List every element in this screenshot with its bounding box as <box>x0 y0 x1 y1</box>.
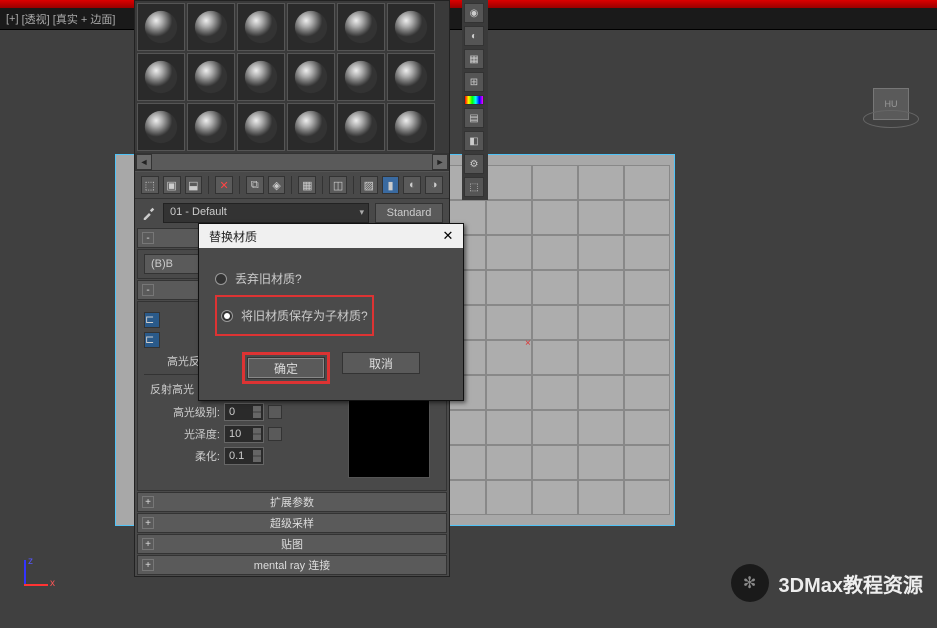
select-by-mat-icon[interactable]: ⬚ <box>464 177 484 197</box>
viewport-tag-plus[interactable]: [+] <box>6 13 19 25</box>
spec-level-label: 高光级别: <box>150 404 220 420</box>
viewport-tag-persp[interactable]: [透视] <box>22 11 50 27</box>
radio-discard[interactable]: 丢弃旧材质? <box>215 270 447 287</box>
dialog-titlebar[interactable]: 替换材质 ✕ <box>199 224 463 248</box>
put-to-scene-icon[interactable]: ▣ <box>163 176 181 194</box>
color-check-icon[interactable] <box>464 95 484 105</box>
options-icon[interactable]: ⚙ <box>464 154 484 174</box>
rollout-supersample[interactable]: +超级采样 <box>137 513 447 533</box>
put-to-lib-icon[interactable]: ▦ <box>298 176 316 194</box>
replace-material-dialog: 替换材质 ✕ 丢弃旧材质? 将旧材质保存为子材质? 确定 取消 <box>198 223 464 401</box>
sample-slot[interactable] <box>337 3 385 51</box>
material-name-select[interactable]: 01 - Default <box>163 203 369 223</box>
get-material-icon[interactable]: ⬚ <box>141 176 159 194</box>
watermark-text: 3DMax教程资源 <box>779 569 923 598</box>
mat-id-icon[interactable]: ◫ <box>329 176 347 194</box>
rollout-extended[interactable]: +扩展参数 <box>137 492 447 512</box>
highlight-annotation-ok: 确定 <box>242 352 330 384</box>
close-icon[interactable]: ✕ <box>437 227 459 245</box>
background-icon[interactable]: ▦ <box>464 49 484 69</box>
make-unique-icon[interactable]: ◈ <box>268 176 286 194</box>
soften-label: 柔化: <box>150 448 220 464</box>
eyedropper-icon[interactable] <box>141 205 157 221</box>
sample-scrollbar[interactable]: ◄ ► <box>135 153 449 171</box>
sample-slot[interactable] <box>237 3 285 51</box>
soften-spinner[interactable]: 0.1 <box>224 447 264 465</box>
sample-slot[interactable] <box>187 3 235 51</box>
gloss-spinner[interactable]: 10 <box>224 425 264 443</box>
radio-discard-label: 丢弃旧材质? <box>235 270 302 287</box>
sample-slot[interactable] <box>187 103 235 151</box>
rollout-mentalray[interactable]: +mental ray 连接 <box>137 555 447 575</box>
ambient-lock-icon[interactable]: ⊏ <box>144 312 160 328</box>
sample-slot[interactable] <box>187 53 235 101</box>
dialog-title: 替换材质 <box>209 228 257 245</box>
sample-type-icon[interactable]: ◉ <box>464 3 484 23</box>
spec-level-map-slot[interactable] <box>268 405 282 419</box>
watermark: ✻ 3DMax教程资源 <box>731 564 923 602</box>
make-preview-icon[interactable]: ◧ <box>464 131 484 151</box>
scroll-left-icon[interactable]: ◄ <box>136 154 152 170</box>
viewcube-ring[interactable] <box>863 110 919 128</box>
highlight-preview <box>348 396 430 478</box>
sample-slot[interactable] <box>387 53 435 101</box>
sample-slot[interactable] <box>137 3 185 51</box>
sample-slot[interactable] <box>337 53 385 101</box>
gloss-label: 光泽度: <box>150 426 220 442</box>
radio-keep[interactable]: 将旧材质保存为子材质? <box>221 307 368 324</box>
radio-icon <box>221 310 233 322</box>
viewport-tag-shade[interactable]: [真实 + 边面] <box>53 11 116 27</box>
radio-icon <box>215 273 227 285</box>
ok-button[interactable]: 确定 <box>247 357 325 379</box>
sample-slot[interactable] <box>287 3 335 51</box>
pivot-marker: × <box>525 338 531 349</box>
assign-icon[interactable]: ⬓ <box>185 176 203 194</box>
sample-slot[interactable] <box>287 53 335 101</box>
cancel-button[interactable]: 取消 <box>342 352 420 374</box>
wechat-icon: ✻ <box>731 564 769 602</box>
sample-slot[interactable] <box>237 53 285 101</box>
backlight-icon[interactable]: ◐ <box>464 26 484 46</box>
highlight-annotation: 将旧材质保存为子材质? <box>215 295 374 336</box>
go-parent-icon[interactable]: ◐ <box>403 176 421 194</box>
sample-slot[interactable] <box>337 103 385 151</box>
go-forward-icon[interactable]: ◑ <box>425 176 443 194</box>
radio-keep-label: 将旧材质保存为子材质? <box>241 307 368 324</box>
diffuse-lock-icon[interactable]: ⊏ <box>144 332 160 348</box>
sample-slot[interactable] <box>137 103 185 151</box>
gloss-map-slot[interactable] <box>268 427 282 441</box>
axis-gizmo: z x <box>14 560 54 600</box>
reset-icon[interactable]: ✕ <box>215 176 233 194</box>
sample-slot[interactable] <box>237 103 285 151</box>
sample-slot[interactable] <box>137 53 185 101</box>
video-check-icon[interactable]: ▤ <box>464 108 484 128</box>
sample-slot-grid <box>135 1 449 153</box>
show-end-result-icon[interactable]: ▮ <box>382 176 400 194</box>
spec-level-spinner[interactable]: 0 <box>224 403 264 421</box>
sample-uv-icon[interactable]: ⊞ <box>464 72 484 92</box>
sample-slot[interactable] <box>387 3 435 51</box>
copy-icon[interactable]: ⧉ <box>246 176 264 194</box>
sample-slot[interactable] <box>387 103 435 151</box>
show-map-icon[interactable]: ▨ <box>360 176 378 194</box>
mat-toolbar: ⬚ ▣ ⬓ ✕ ⧉ ◈ ▦ ◫ ▨ ▮ ◐ ◑ <box>135 171 449 199</box>
sample-slot[interactable] <box>287 103 335 151</box>
rollout-maps[interactable]: +贴图 <box>137 534 447 554</box>
mat-side-toolbar: ◉ ◐ ▦ ⊞ ▤ ◧ ⚙ ⬚ <box>462 0 488 200</box>
material-type-button[interactable]: Standard <box>375 203 443 223</box>
scroll-right-icon[interactable]: ► <box>432 154 448 170</box>
